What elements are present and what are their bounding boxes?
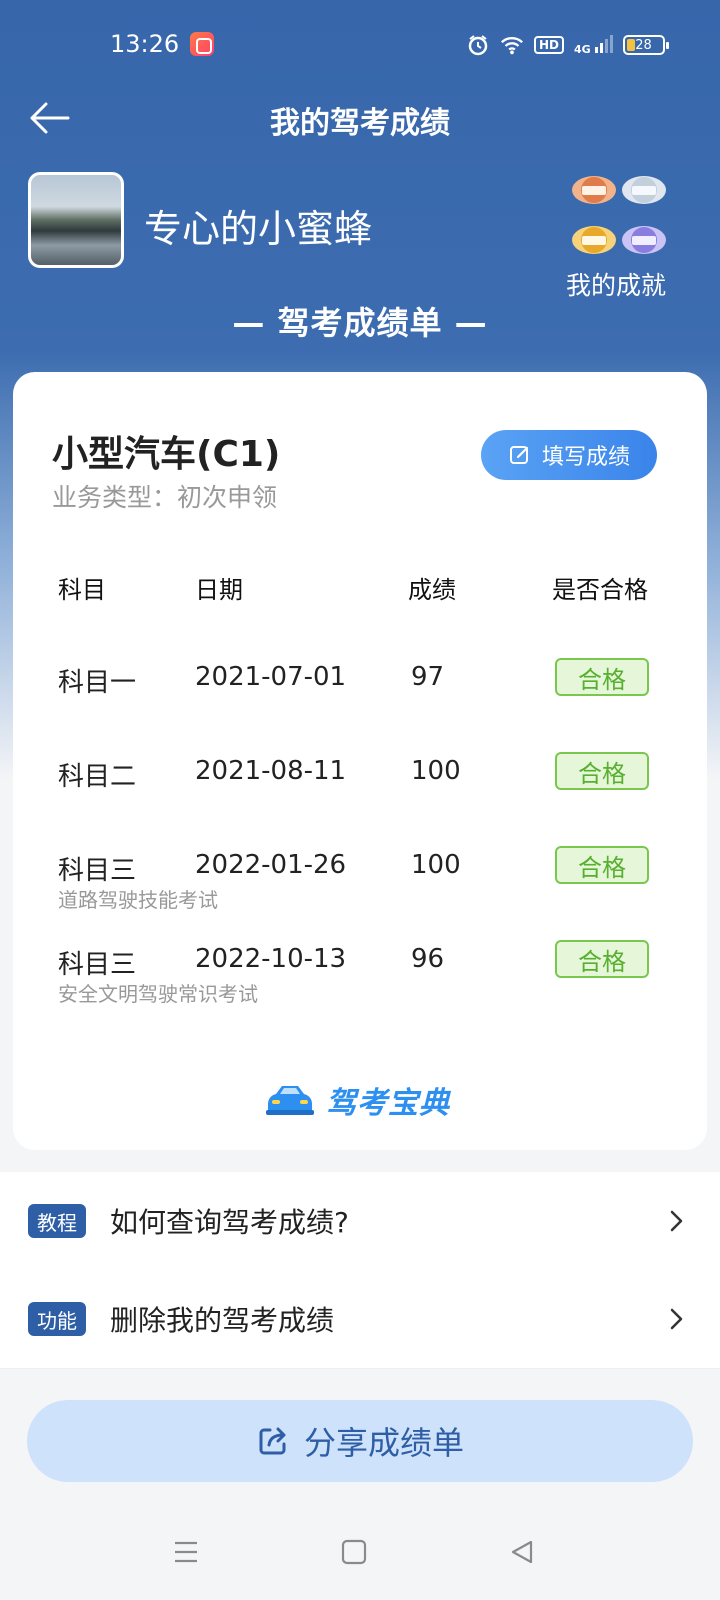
list-item-delete-scores[interactable]: 功能 删除我的驾考成绩 (0, 1270, 720, 1368)
network-type: 4G (574, 42, 591, 56)
battery-icon: 28 (622, 35, 669, 55)
edit-icon (509, 446, 529, 464)
row-subject: 科目三 (58, 950, 137, 980)
back-nav-icon[interactable] (508, 1538, 536, 1566)
feature-tag: 功能 (28, 1302, 86, 1336)
status-time: 13:26 (110, 30, 180, 58)
row-date: 2021-07-01 (195, 662, 347, 692)
battery-level: 28 (635, 37, 652, 53)
system-navigation-bar (0, 1516, 720, 1600)
column-header-subject: 科目 (58, 576, 106, 604)
chevron-right-icon (670, 1210, 683, 1232)
row-score: 100 (411, 756, 461, 786)
business-type: 业务类型：初次申领 (52, 483, 278, 512)
tutorial-tag: 教程 (28, 1204, 86, 1238)
share-report-button[interactable]: 分享成绩单 (27, 1400, 693, 1482)
pass-badge: 合格 (555, 658, 649, 696)
chevron-right-icon (670, 1308, 683, 1330)
home-icon[interactable] (340, 1538, 368, 1566)
share-icon (259, 1427, 286, 1455)
status-icons: HD 4G 28 (466, 32, 669, 58)
menu-icon[interactable] (172, 1538, 200, 1566)
achievement-badge-icon[interactable] (570, 220, 618, 260)
signal-icon: 4G (574, 34, 613, 56)
list-item-query-guide[interactable]: 教程 如何查询驾考成绩? (0, 1172, 720, 1270)
row-date: 2022-10-13 (195, 944, 347, 974)
row-date: 2021-08-11 (195, 756, 347, 786)
fill-score-button[interactable]: 填写成绩 (481, 430, 657, 480)
achievement-badge-icon[interactable] (620, 220, 668, 260)
list-item-label: 如何查询驾考成绩? (110, 1206, 349, 1239)
pass-badge: 合格 (555, 940, 649, 978)
column-header-pass: 是否合格 (552, 576, 648, 604)
row-note: 道路驾驶技能考试 (58, 888, 218, 912)
row-subject: 科目一 (58, 668, 137, 698)
hd-icon: HD (534, 36, 565, 54)
car-logo-icon (266, 1086, 314, 1115)
row-subject: 科目二 (58, 762, 137, 792)
row-score: 96 (411, 944, 445, 974)
row-score: 100 (411, 850, 461, 880)
alarm-icon (466, 33, 490, 57)
pass-badge: 合格 (555, 752, 649, 790)
fill-score-label: 填写成绩 (541, 445, 630, 470)
row-score: 97 (411, 662, 445, 692)
wifi-icon (500, 33, 524, 57)
achievement-badge-icon[interactable] (620, 170, 668, 210)
row-subject: 科目三 (58, 856, 137, 886)
column-header-score: 成绩 (408, 576, 456, 604)
achievements-link[interactable]: 我的成就 (566, 266, 666, 302)
divider (0, 1368, 720, 1369)
pass-badge: 合格 (555, 846, 649, 884)
app-notification-icon (190, 32, 214, 56)
list-item-label: 删除我的驾考成绩 (110, 1304, 335, 1337)
report-title: — 驾考成绩单 — (232, 304, 488, 342)
row-note: 安全文明驾驶常识考试 (58, 982, 258, 1006)
username: 专心的小蜜蜂 (144, 207, 373, 251)
license-type: 小型汽车(C1) (52, 434, 281, 475)
column-header-date: 日期 (195, 576, 243, 604)
page-title: 我的驾考成绩 (270, 106, 450, 141)
avatar[interactable] (28, 172, 124, 268)
achievement-badge-icon[interactable] (570, 170, 618, 210)
brand-logo: 驾考宝典 (262, 1078, 450, 1122)
brand-name: 驾考宝典 (326, 1086, 450, 1121)
share-label: 分享成绩单 (303, 1424, 464, 1462)
row-date: 2022-01-26 (195, 850, 347, 880)
